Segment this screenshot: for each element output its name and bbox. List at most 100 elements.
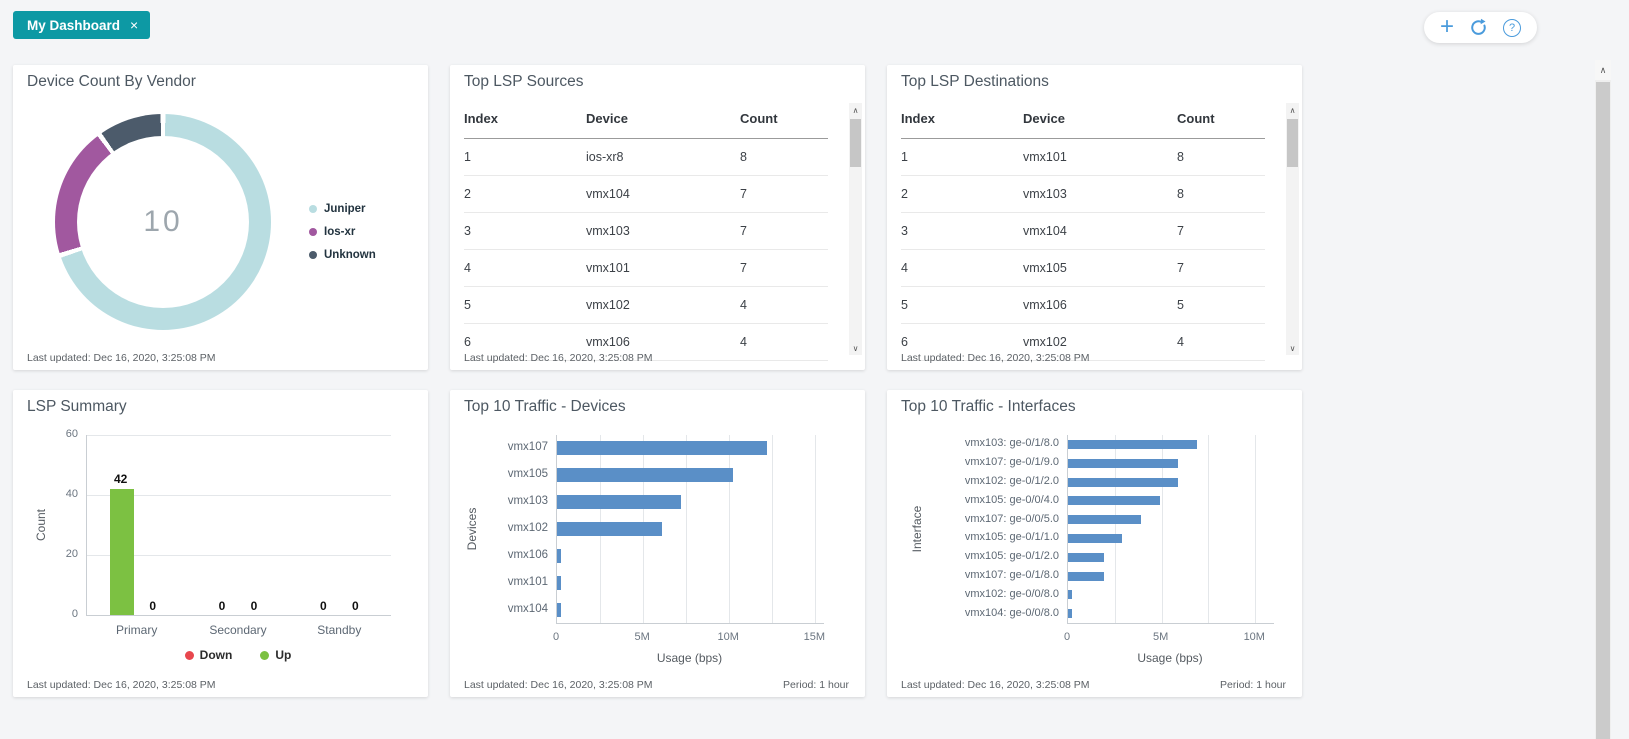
lsp-destinations-table: Index Device Count 1 vmx101 8 2 vmx103 8 3 vmx104 7… <box>901 101 1265 361</box>
lsp-summary-chart: 0 20 40 60 Count 42 0 Primary 0 0 Secondary 0 0 Stand… <box>13 390 428 697</box>
y-tick-label: 0 <box>71 608 78 620</box>
table-scrollbar[interactable]: ∧ ∨ <box>1286 103 1299 355</box>
scroll-down-icon[interactable]: ∨ <box>849 341 862 355</box>
bar-vmx103-ge-0-1-8-0[interactable] <box>1068 439 1198 449</box>
y-category-label: vmx104: ge-0/0/8.0 <box>964 606 1059 619</box>
bar-vmx105-ge-0-1-1-0[interactable] <box>1068 533 1123 543</box>
bar-vmx102-ge-0-1-2-0[interactable] <box>1068 477 1179 487</box>
x-category-label: Primary <box>115 623 158 637</box>
table-row: 3 vmx104 7 <box>901 212 1265 250</box>
refresh-icon[interactable] <box>1469 18 1488 37</box>
gridline <box>815 435 817 623</box>
legend-item-down[interactable]: Down <box>184 648 232 662</box>
y-category-label: vmx101 <box>507 575 548 588</box>
scroll-down-icon[interactable]: ∨ <box>1286 341 1299 355</box>
cell-index: 2 <box>901 175 1023 213</box>
y-category-label: vmx107: ge-0/1/9.0 <box>964 456 1059 469</box>
period-text: Period: 1 hour <box>1220 679 1286 691</box>
scroll-up-icon[interactable]: ∧ <box>849 103 862 117</box>
legend-item-up[interactable]: Up <box>260 648 291 662</box>
table-row: 1 vmx101 8 <box>901 138 1265 176</box>
vendor-donut-chart[interactable]: 10 <box>55 114 271 330</box>
table-body: 1 ios-xr8 8 2 vmx104 7 3 vmx103 7 4 vmx101 7 5 vmx102… <box>464 138 828 361</box>
table-row: 5 vmx106 5 <box>901 286 1265 324</box>
y-category-label: vmx102: ge-0/0/8.0 <box>964 587 1059 600</box>
cell-count: 7 <box>740 249 828 287</box>
cell-index: 4 <box>901 249 1023 287</box>
y-axis-label: Interface <box>910 505 924 553</box>
x-axis-label: Usage (bps) <box>656 651 723 665</box>
header-row: Index Device Count <box>901 101 1265 139</box>
cell-index: 3 <box>901 212 1023 250</box>
y-category-label: vmx107: ge-0/0/5.0 <box>964 512 1059 525</box>
bar-vmx105[interactable] <box>557 468 733 483</box>
traffic-interfaces-chart: vmx103: ge-0/1/8.0 vmx107: ge-0/1/9.0 vmx1… <box>887 390 1302 697</box>
last-updated-text: Last updated: Dec 16, 2020, 3:25:08 PM <box>464 352 653 364</box>
bar-vmx107-ge-0-1-9-0[interactable] <box>1068 458 1179 468</box>
cell-index: 1 <box>464 138 586 176</box>
bar-vmx104-ge-0-0-8-0[interactable] <box>1068 609 1072 619</box>
help-icon[interactable]: ? <box>1503 18 1521 37</box>
cell-count: 5 <box>1177 286 1265 324</box>
tab-label: My Dashboard <box>27 17 121 33</box>
bar-vmx105-ge-0-0-4-0[interactable] <box>1068 496 1160 506</box>
y-category-label: vmx103: ge-0/1/8.0 <box>964 437 1059 450</box>
bar-vmx102[interactable] <box>557 522 663 536</box>
close-icon[interactable]: × <box>130 18 138 32</box>
table-body: 1 vmx101 8 2 vmx103 8 3 vmx104 7 4 vmx105 7 5 vmx106 5… <box>901 138 1265 361</box>
page-scrollbar[interactable]: ∧ <box>1595 60 1611 739</box>
legend-dot <box>309 228 317 236</box>
last-updated-text: Last updated: Dec 16, 2020, 3:25:08 PM <box>27 352 216 364</box>
table-scrollbar[interactable]: ∧ ∨ <box>849 103 862 355</box>
cell-device: vmx101 <box>586 249 740 287</box>
bar-value-label: 0 <box>250 599 258 613</box>
legend-dot <box>184 650 194 660</box>
y-tick-label: 40 <box>65 488 78 500</box>
cell-index: 1 <box>901 138 1023 176</box>
scrollbar-thumb[interactable] <box>1596 82 1610 739</box>
x-category-label: Secondary <box>209 623 267 637</box>
panel-top-lsp-sources: Top LSP Sources Index Device Count 1 ios-xr8… <box>450 65 865 370</box>
y-category-label: vmx106 <box>507 548 548 561</box>
bar-primary-up[interactable] <box>109 489 134 615</box>
column-header-device: Device <box>1023 101 1177 139</box>
bar-vmx103[interactable] <box>557 495 682 510</box>
table-row: 3 vmx103 7 <box>464 212 828 250</box>
cell-count: 4 <box>740 323 828 361</box>
scroll-up-icon[interactable]: ∧ <box>1286 103 1299 117</box>
scrollbar-thumb[interactable] <box>850 119 861 167</box>
y-category-label: vmx105: ge-0/1/1.0 <box>964 531 1059 544</box>
bar-vmx107-ge-0-0-5-0[interactable] <box>1068 515 1142 525</box>
gridline <box>87 435 391 436</box>
last-updated-text: Last updated: Dec 16, 2020, 3:25:08 PM <box>901 352 1090 364</box>
column-header-index: Index <box>464 101 586 139</box>
cell-device: vmx105 <box>1023 249 1177 287</box>
bar-vmx106[interactable] <box>557 548 562 563</box>
dashboard-toolbar: + ? <box>1424 12 1537 43</box>
legend-item-unknown[interactable]: Unknown <box>309 249 376 261</box>
cell-count: 7 <box>1177 212 1265 250</box>
tab-my-dashboard[interactable]: My Dashboard × <box>13 11 151 39</box>
scroll-up-icon[interactable]: ∧ <box>1595 60 1611 80</box>
add-widget-icon[interactable]: + <box>1440 14 1454 39</box>
bar-value-label: 0 <box>319 599 327 613</box>
plot-area <box>86 435 391 616</box>
bar-vmx107[interactable] <box>557 441 768 456</box>
legend-label: Up <box>275 648 292 662</box>
panel-traffic-interfaces: Top 10 Traffic - Interfaces vmx103: ge-0… <box>887 390 1302 697</box>
cell-device: vmx103 <box>586 212 740 250</box>
bar-vmx104[interactable] <box>557 602 562 617</box>
bar-vmx102-ge-0-0-8-0[interactable] <box>1068 590 1072 600</box>
bar-vmx107-ge-0-1-8-0[interactable] <box>1068 571 1104 581</box>
bar-value-label: 0 <box>149 599 156 613</box>
scrollbar-thumb[interactable] <box>1287 119 1298 167</box>
bar-vmx105-ge-0-1-2-0[interactable] <box>1068 552 1104 562</box>
x-tick-label: 10M <box>1243 631 1265 643</box>
y-category-label: vmx102: ge-0/1/2.0 <box>964 475 1059 487</box>
legend-item-juniper[interactable]: Juniper <box>309 203 376 215</box>
cell-device: vmx104 <box>1023 212 1177 250</box>
bar-vmx101[interactable] <box>557 575 562 590</box>
table-row: 4 vmx101 7 <box>464 249 828 287</box>
lsp-sources-table: Index Device Count 1 ios-xr8 8 2 vmx104 7 3 vmx103… <box>464 101 828 361</box>
legend-item-ios-xr[interactable]: Ios-xr <box>309 226 376 238</box>
